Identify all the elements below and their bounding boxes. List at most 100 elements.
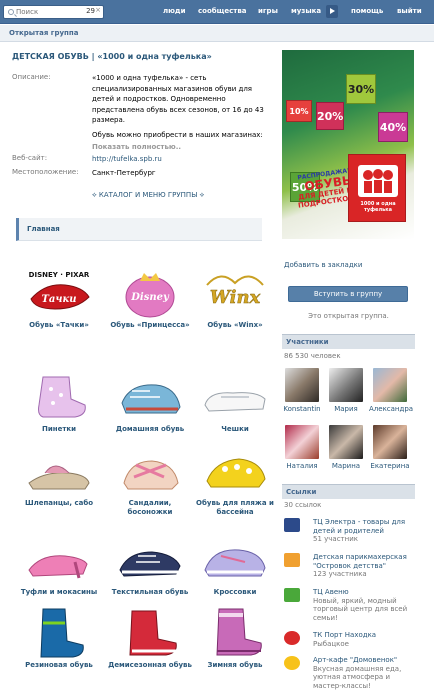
close-icon[interactable]: × (95, 6, 101, 14)
member-name[interactable]: Екатерина (369, 462, 411, 470)
nav-help[interactable]: помощь (351, 7, 383, 15)
play-icon[interactable] (326, 5, 338, 18)
catalog-item-beach[interactable]: Обувь для пляжа и бассейна (193, 443, 277, 517)
catalog-caption[interactable]: Зимняя обувь (193, 661, 277, 670)
winter-boots-image[interactable] (201, 605, 269, 661)
sandals-image[interactable] (116, 443, 184, 499)
members-header[interactable]: Участники (282, 334, 415, 349)
catalog-caption[interactable]: Шлепанцы, сабо (17, 499, 101, 508)
catalog-item-home-shoes[interactable]: Домашняя обувь (108, 369, 192, 434)
catalog-caption[interactable]: Текстильная обувь (108, 588, 192, 597)
search-input[interactable] (16, 7, 78, 17)
catalog-item-rubber[interactable]: Резиновая обувь (17, 605, 101, 670)
member-item[interactable]: Мария (325, 368, 367, 413)
sneakers-image[interactable] (201, 532, 269, 588)
catalog-caption[interactable]: Обувь «Winx» (193, 321, 277, 330)
search-box[interactable]: 29 × (3, 5, 104, 19)
catalog-item-sneakers[interactable]: Кроссовки (193, 532, 277, 597)
catalog-item-booties[interactable]: Пинетки (17, 369, 101, 434)
link-title[interactable]: ТЦ Авеню (313, 588, 414, 597)
textile-shoes-image[interactable] (116, 532, 184, 588)
princess-logo-icon[interactable]: Disney (116, 265, 184, 321)
demi-boots-image[interactable] (116, 605, 184, 661)
member-item[interactable]: Наталия (281, 425, 323, 470)
catalog-caption[interactable]: Кроссовки (193, 588, 277, 597)
catalog-caption[interactable]: Туфли и мокасины (17, 588, 101, 597)
catalog-item-winter[interactable]: Зимняя обувь (193, 605, 277, 670)
catalog-caption[interactable]: Обувь «Принцесса» (108, 321, 192, 330)
join-group-button[interactable]: Вступить в группу (288, 286, 408, 302)
link-title[interactable]: Детская парикмахерская "Островок детства… (313, 553, 414, 570)
link-item[interactable]: ТЦ Электра - товары для детей и родителе… (284, 518, 414, 544)
members-count[interactable]: 86 530 человек (284, 352, 341, 360)
link-title[interactable]: ТК Порт Находка (313, 631, 414, 640)
nav-games[interactable]: игры (258, 7, 278, 15)
catalog-item-slippers[interactable]: Шлепанцы, сабо (17, 443, 101, 508)
bookmark-link[interactable]: Добавить в закладки (284, 261, 362, 269)
link-item[interactable]: ТК Порт Находка Рыбацкое (284, 631, 414, 648)
member-item[interactable]: Konstantin (281, 368, 323, 413)
catalog-item-loafers[interactable]: Туфли и мокасины (17, 532, 101, 597)
link-logo-icon (284, 588, 300, 602)
description-text: «1000 и одна туфелька» - сеть специализи… (92, 74, 264, 124)
czech-shoes-image[interactable] (201, 369, 269, 425)
link-title[interactable]: ТЦ Электра - товары для детей и родителе… (313, 518, 414, 535)
member-item[interactable]: Марина (325, 425, 367, 470)
member-name[interactable]: Мария (325, 405, 367, 413)
member-name[interactable]: Konstantin (281, 405, 323, 413)
page-title: ДЕТСКАЯ ОБУВЬ | «1000 и одна туфелька» (12, 52, 212, 61)
catalog-caption[interactable]: Резиновая обувь (17, 661, 101, 670)
winx-logo-icon[interactable]: Winx (201, 265, 269, 321)
links-count[interactable]: 30 ссылок (284, 501, 321, 509)
member-name[interactable]: Марина (325, 462, 367, 470)
home-shoes-image[interactable] (116, 369, 184, 425)
open-group-note: Это открытая группа. (308, 312, 389, 320)
links-header[interactable]: Ссылки (282, 484, 415, 499)
link-title[interactable]: Арт-кафе "Домовенок" (313, 656, 414, 665)
rubber-boots-image[interactable] (25, 605, 93, 661)
catalog-item-demi[interactable]: Демисезонная обувь (108, 605, 192, 670)
group-photo[interactable]: 50% 30% 20% 10% 40% РАСПРОДАЖА! ОБУВЬ ДЛ… (282, 50, 414, 239)
link-item[interactable]: Детская парикмахерская "Островок детства… (284, 553, 414, 579)
show-more-link[interactable]: Показать полностью.. (92, 142, 181, 153)
member-item[interactable]: Екатерина (369, 425, 411, 470)
avatar[interactable] (373, 425, 407, 459)
catalog-caption[interactable]: Домашняя обувь (108, 425, 192, 434)
avatar[interactable] (329, 368, 363, 402)
link-item[interactable]: Арт-кафе "Домовенок" Вкусная домашняя ед… (284, 656, 414, 690)
catalog-item-cars[interactable]: DISNEY · PIXAR Тачки Обувь «Тачки» (17, 265, 101, 330)
catalog-item-winx[interactable]: Winx Обувь «Winx» (193, 265, 277, 330)
booties-image[interactable] (25, 369, 93, 425)
nav-people[interactable]: люди (163, 7, 186, 15)
catalog-item-sandals[interactable]: Сандалии, босоножки (108, 443, 192, 517)
website-link[interactable]: http://tufelka.spb.ru (92, 154, 162, 165)
catalog-item-textile[interactable]: Текстильная обувь (108, 532, 192, 597)
catalog-item-czech-shoes[interactable]: Чешки (193, 369, 277, 434)
catalog-caption[interactable]: Пинетки (17, 425, 101, 434)
beach-shoes-image[interactable] (201, 443, 269, 499)
avatar[interactable] (329, 425, 363, 459)
cars-logo-icon[interactable]: DISNEY · PIXAR Тачки (25, 265, 93, 321)
link-item[interactable]: ТЦ Авеню Новый, яркий, модный торговый ц… (284, 588, 414, 622)
catalog-caption[interactable]: Демисезонная обувь (108, 661, 192, 670)
member-item[interactable]: Александра (369, 368, 413, 413)
catalog-link[interactable]: ⟡ КАТАЛОГ И МЕНЮ ГРУППЫ ⟡ (92, 191, 204, 200)
nav-logout[interactable]: выйти (397, 7, 422, 15)
catalog-caption[interactable]: Чешки (193, 425, 277, 434)
slippers-image[interactable] (25, 443, 93, 499)
member-name[interactable]: Александра (369, 405, 413, 413)
loafers-image[interactable] (25, 532, 93, 588)
tab-main[interactable]: Главная (16, 218, 262, 241)
avatar[interactable] (285, 368, 319, 402)
catalog-caption[interactable]: Обувь для пляжа и бассейна (193, 499, 277, 517)
avatar[interactable] (373, 368, 407, 402)
nav-communities[interactable]: сообщества (198, 7, 247, 15)
catalog-item-princess[interactable]: Disney Обувь «Принцесса» (108, 265, 192, 330)
catalog-caption[interactable]: Сандалии, босоножки (108, 499, 192, 517)
search-icon (8, 9, 14, 15)
brand-name: 1000 и одна туфелька (360, 201, 396, 213)
avatar[interactable] (285, 425, 319, 459)
member-name[interactable]: Наталия (281, 462, 323, 470)
nav-music[interactable]: музыка (291, 7, 321, 15)
catalog-caption[interactable]: Обувь «Тачки» (17, 321, 101, 330)
